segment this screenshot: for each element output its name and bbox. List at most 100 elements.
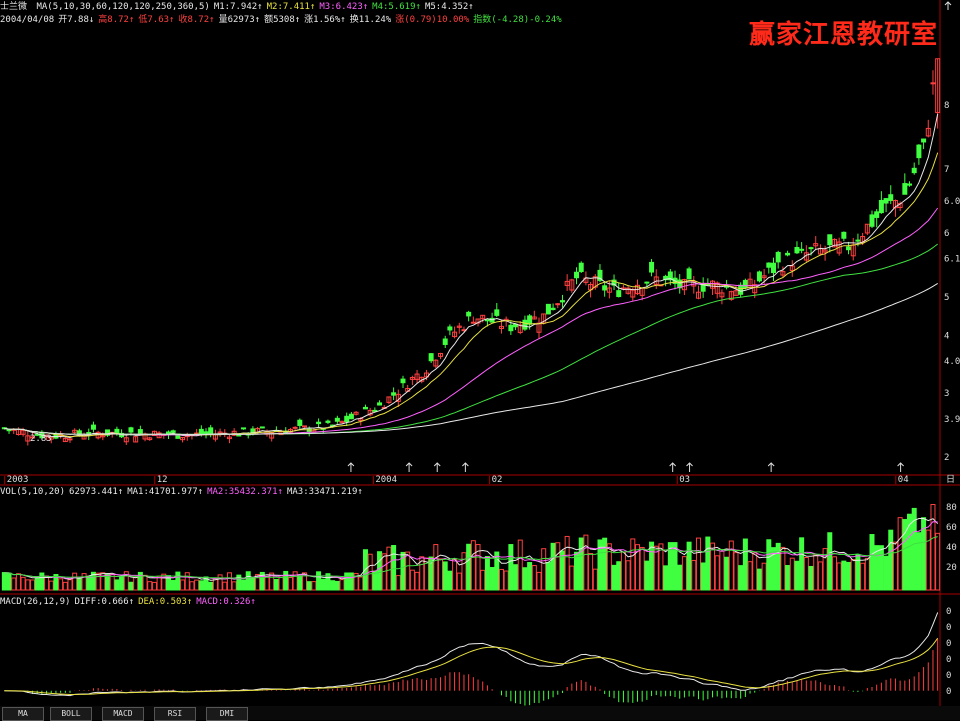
volume-bar bbox=[348, 572, 354, 591]
volume-bar bbox=[794, 560, 800, 591]
volume-bar bbox=[564, 535, 570, 591]
volume-bar bbox=[864, 557, 870, 591]
volume-value-2: MA1:41701.977↑ bbox=[127, 487, 204, 497]
volume-bar bbox=[541, 548, 547, 591]
macd-header: MACD(26,12,9) DIFF:0.666↑ DEA:0.503↑ MACD:0… bbox=[0, 596, 260, 608]
candle-body bbox=[259, 426, 265, 429]
volume-bar bbox=[231, 581, 237, 591]
volume-bar bbox=[916, 532, 922, 591]
volume-bar bbox=[883, 555, 889, 591]
macd-value-2: DEA:0.503↑ bbox=[138, 597, 193, 607]
volume-axis-label: 40 bbox=[946, 543, 957, 553]
volume-bar bbox=[184, 572, 190, 591]
volume-axis-label: 80 bbox=[946, 503, 957, 513]
macd-axis-label: 0 bbox=[946, 655, 951, 665]
macd-value-0: MACD(26,12,9) bbox=[0, 597, 71, 607]
candle-body bbox=[508, 324, 514, 332]
volume-bar bbox=[714, 555, 720, 591]
volume-bar bbox=[747, 561, 753, 591]
volume-bar bbox=[574, 551, 580, 591]
volume-bar bbox=[484, 556, 490, 591]
volume-bar bbox=[395, 575, 401, 591]
volume-bar bbox=[752, 552, 758, 591]
volume-bar bbox=[846, 561, 852, 591]
volume-bar bbox=[316, 571, 322, 591]
candle-body bbox=[771, 262, 777, 274]
price-axis-label: 4 bbox=[944, 331, 949, 341]
volume-bar bbox=[67, 579, 73, 591]
volume-bar bbox=[198, 580, 204, 591]
candle-body bbox=[785, 252, 791, 256]
candle-body bbox=[466, 311, 472, 317]
volume-bar bbox=[447, 570, 453, 591]
volume-bar bbox=[616, 561, 622, 591]
ma-line-4 bbox=[4, 243, 939, 435]
candle-body bbox=[775, 251, 781, 263]
volume-bar bbox=[189, 581, 195, 591]
candle-body bbox=[841, 231, 847, 239]
candle-body bbox=[902, 183, 908, 195]
candle-body bbox=[644, 281, 650, 284]
candle-body bbox=[442, 338, 448, 345]
period-label: 日 bbox=[946, 474, 955, 485]
ma-line-1 bbox=[4, 113, 939, 439]
volume-bar bbox=[142, 574, 148, 591]
tab-boll[interactable]: BOLL bbox=[50, 707, 92, 721]
volume-bar bbox=[222, 581, 228, 591]
volume-bar bbox=[831, 556, 837, 591]
volume-bar bbox=[766, 539, 772, 591]
volume-bar bbox=[935, 532, 941, 591]
volume-bar bbox=[785, 565, 791, 591]
candle-body bbox=[742, 279, 748, 289]
volume-bar bbox=[841, 560, 847, 591]
price-axis-label: 6.1 bbox=[944, 255, 960, 265]
volume-bar bbox=[630, 538, 636, 591]
volume-bar bbox=[311, 581, 317, 591]
tab-macd[interactable]: MACD bbox=[102, 707, 144, 721]
ma-line-2 bbox=[4, 152, 939, 438]
volume-bar bbox=[724, 556, 730, 591]
volume-bar bbox=[297, 575, 303, 591]
volume-bar bbox=[803, 556, 809, 591]
volume-bar bbox=[705, 536, 711, 591]
price-axis-label: 6.0 bbox=[944, 197, 960, 207]
volume-bar bbox=[438, 558, 444, 591]
volume-bar bbox=[456, 572, 462, 591]
price-axis-label: 3 bbox=[944, 389, 949, 399]
candle-body bbox=[377, 402, 383, 406]
volume-bar bbox=[156, 575, 162, 591]
volume-bar bbox=[25, 579, 31, 591]
volume-bar bbox=[799, 537, 805, 591]
volume-bar bbox=[888, 529, 894, 591]
candle-body bbox=[128, 427, 134, 433]
volume-bar bbox=[536, 571, 542, 591]
candle-body bbox=[325, 420, 331, 423]
candle-body bbox=[137, 429, 143, 434]
tab-ma[interactable]: MA bbox=[2, 707, 44, 721]
volume-bar bbox=[681, 556, 687, 591]
candle-body bbox=[344, 415, 350, 422]
volume-bar bbox=[86, 575, 92, 591]
volume-bar bbox=[522, 567, 528, 591]
candle-body bbox=[170, 430, 176, 433]
tab-rsi[interactable]: RSI bbox=[154, 707, 196, 721]
volume-bar bbox=[39, 572, 45, 591]
candle-body bbox=[494, 309, 500, 316]
volume-bar bbox=[817, 561, 823, 591]
tab-dmi[interactable]: DMI bbox=[206, 707, 248, 721]
volume-bar bbox=[58, 578, 64, 591]
volume-bar bbox=[691, 559, 697, 591]
volume-bar bbox=[531, 565, 537, 591]
volume-bar bbox=[147, 581, 153, 591]
time-axis-label: 03 bbox=[679, 475, 690, 485]
candle-body bbox=[484, 319, 490, 322]
volume-bar bbox=[578, 537, 584, 591]
volume-bar bbox=[414, 571, 420, 591]
volume-bar bbox=[208, 581, 214, 591]
candle-body bbox=[738, 284, 744, 295]
candle-body bbox=[878, 199, 884, 214]
volume-bar bbox=[330, 580, 336, 591]
macd-value-3: MACD:0.326↑ bbox=[196, 597, 256, 607]
candle-body bbox=[241, 427, 247, 430]
volume-bar bbox=[625, 560, 631, 591]
